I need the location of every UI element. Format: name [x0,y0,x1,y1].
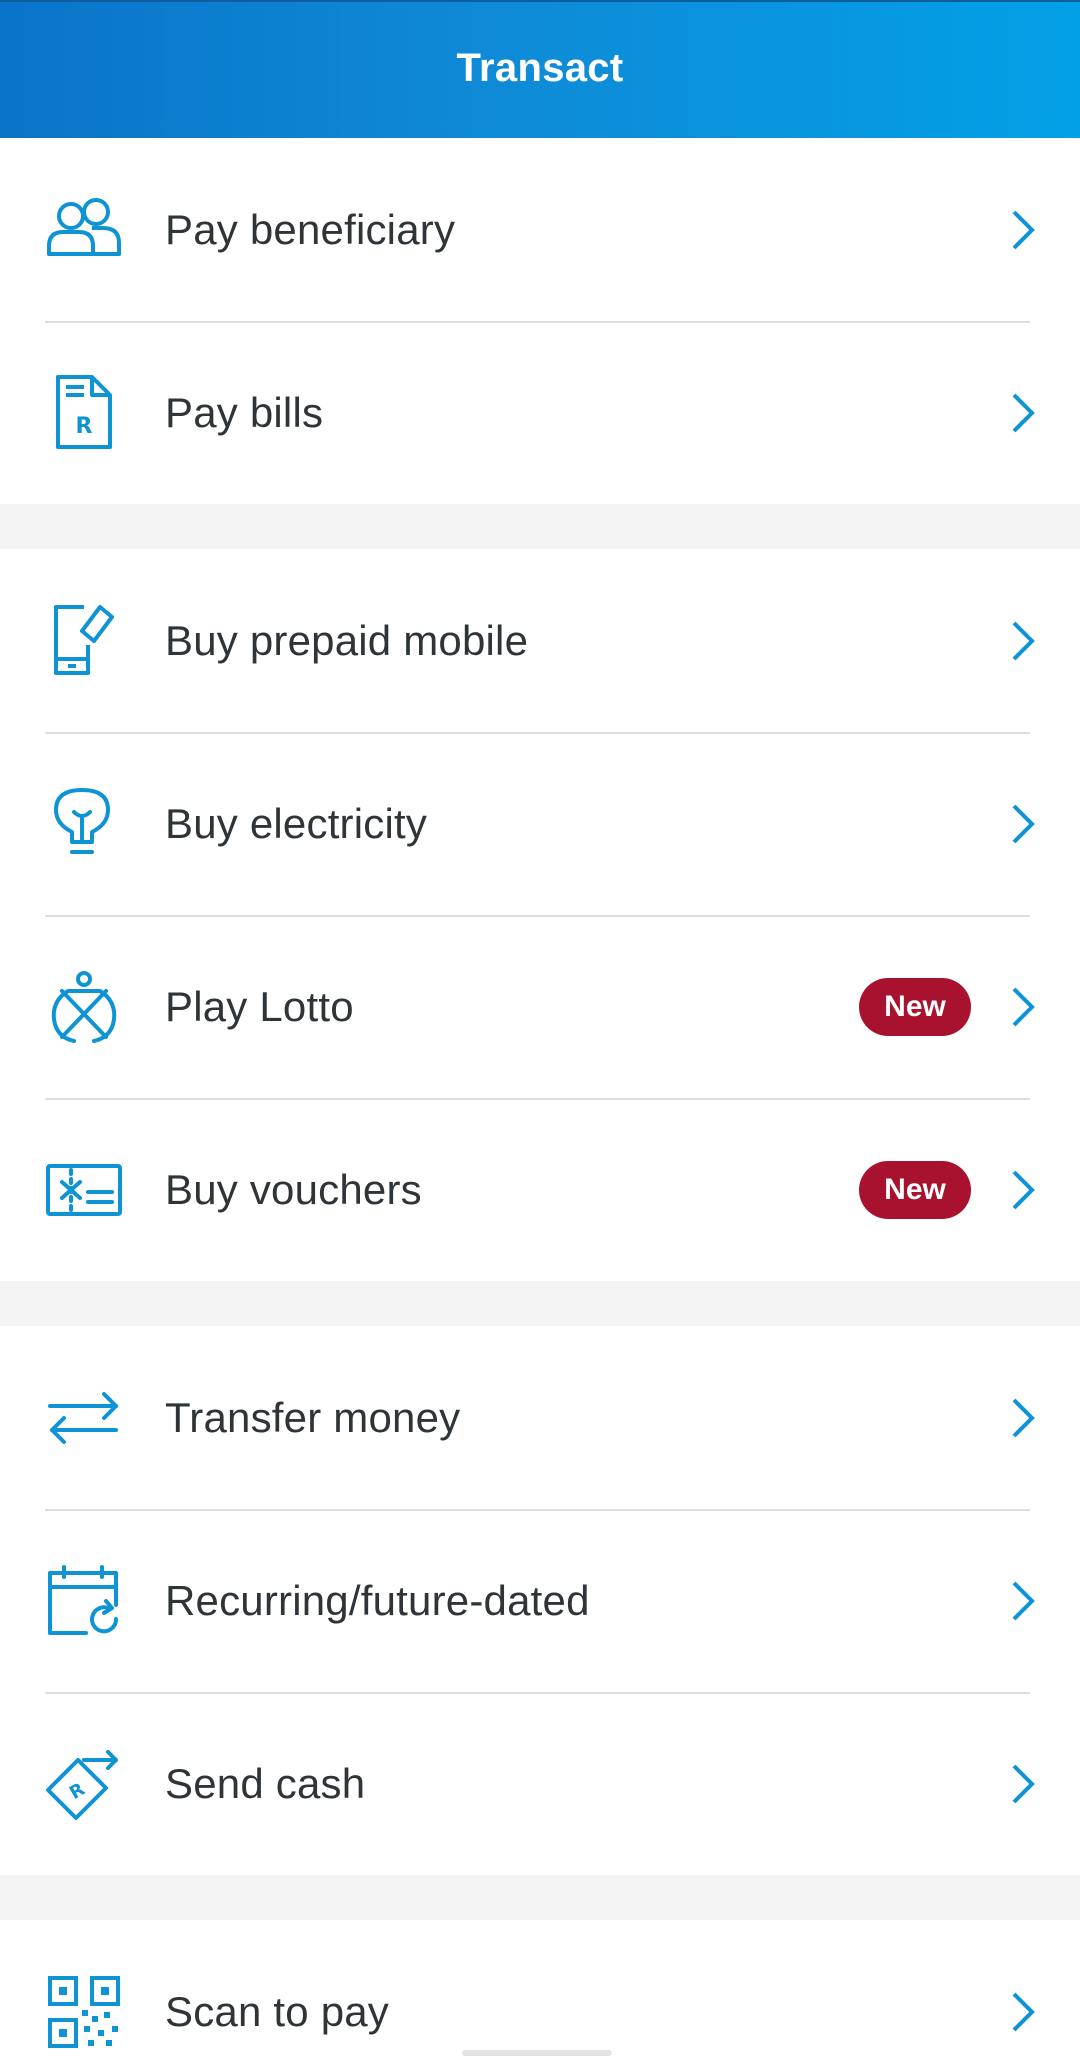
menu-group-purchases: Buy prepaid mobile Buy electricity Play … [0,549,1080,1281]
chevron-right-icon [1010,1990,1036,2034]
menu-item-label: Pay bills [165,388,324,436]
lotto-icon [44,967,124,1047]
group-separator [0,1875,1080,1920]
group-separator [0,1281,1080,1326]
group-separator [0,504,1080,549]
chevron-right-icon [1010,1396,1036,1440]
menu-group-transfers: Transfer money Recurring/future-dated R [0,1326,1080,1875]
qr-code-icon [44,1972,124,2052]
menu-item-label: Send cash [165,1759,366,1807]
menu-item-pay-beneficiary[interactable]: Pay beneficiary [0,138,1080,321]
menu-item-recurring-future-dated[interactable]: Recurring/future-dated [0,1509,1080,1692]
menu-item-buy-vouchers[interactable]: Buy vouchers New [0,1098,1080,1281]
chevron-right-icon [1010,985,1036,1029]
menu-group-scan: Scan to pay [0,1920,1080,2056]
menu-item-play-lotto[interactable]: Play Lotto New [0,915,1080,1098]
chevron-right-icon [1010,619,1036,663]
menu-item-pay-bills[interactable]: R Pay bills [0,321,1080,504]
chevron-right-icon [1010,802,1036,846]
menu-item-label: Buy prepaid mobile [165,616,529,664]
chevron-right-icon [1010,1762,1036,1806]
menu-item-label: Pay beneficiary [165,205,456,253]
menu-item-label: Recurring/future-dated [165,1576,590,1624]
menu-item-label: Play Lotto [165,982,354,1030]
send-cash-icon: R [44,1744,124,1824]
users-icon [44,190,124,270]
lightbulb-icon [44,784,124,864]
chevron-right-icon [1010,1579,1036,1623]
app-header: Transact [0,0,1080,138]
new-badge: New [859,1160,971,1219]
mobile-icon [44,601,124,681]
menu-item-label: Transfer money [165,1393,461,1441]
menu-item-scan-to-pay[interactable]: Scan to pay [0,1920,1080,2056]
menu-item-label: Buy vouchers [165,1165,422,1213]
menu-group-payments: Pay beneficiary R Pay bills [0,138,1080,504]
transfer-icon [44,1378,124,1458]
calendar-icon [44,1561,124,1641]
new-badge: New [859,977,971,1036]
scroll-handle [462,2050,612,2056]
menu-item-buy-electricity[interactable]: Buy electricity [0,732,1080,915]
menu-item-label: Scan to pay [165,1987,390,2035]
svg-text:R: R [76,414,93,439]
menu-item-transfer-money[interactable]: Transfer money [0,1326,1080,1509]
chevron-right-icon [1010,1168,1036,1212]
menu-item-label: Buy electricity [165,799,428,847]
bill-icon: R [44,373,124,453]
chevron-right-icon [1010,208,1036,252]
menu-item-buy-prepaid-mobile[interactable]: Buy prepaid mobile [0,549,1080,732]
chevron-right-icon [1010,391,1036,435]
svg-text:R: R [66,1778,89,1803]
voucher-icon [44,1150,124,1230]
menu-item-send-cash[interactable]: R Send cash [0,1692,1080,1875]
page-title: Transact [456,45,624,90]
